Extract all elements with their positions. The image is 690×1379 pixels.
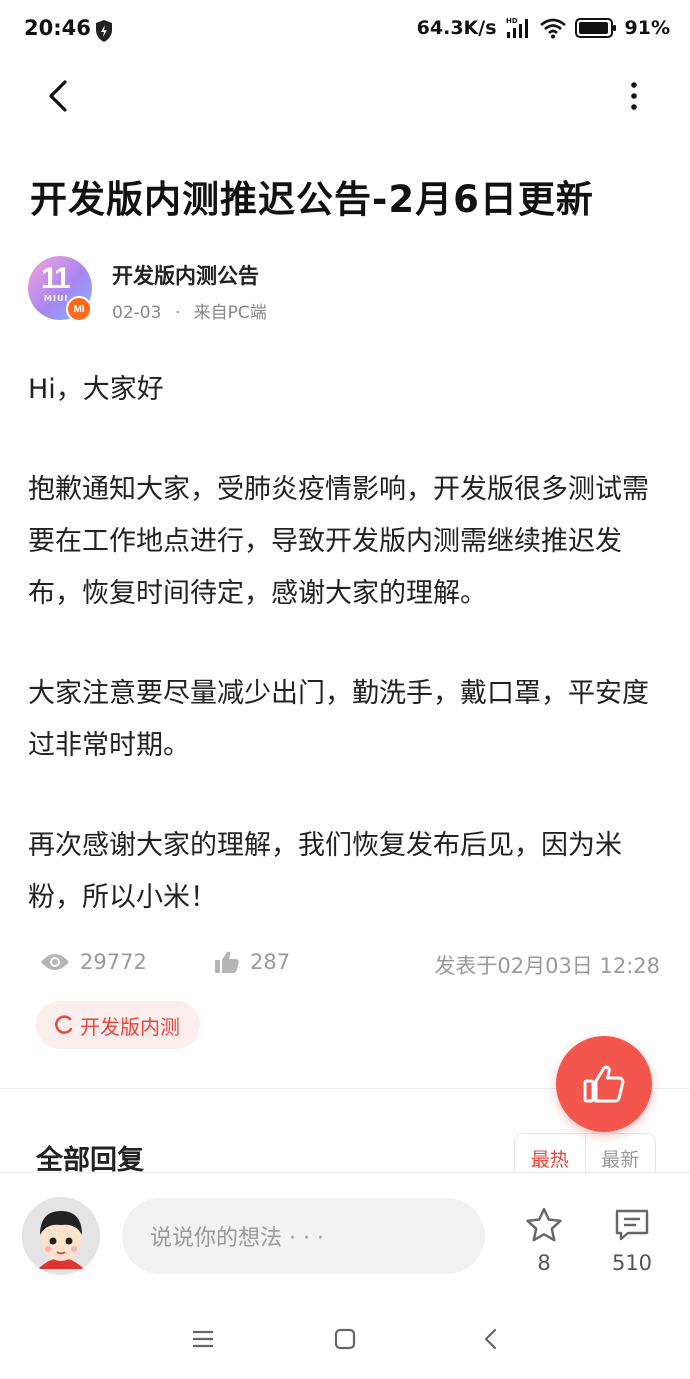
like-fab-button[interactable] — [556, 1036, 652, 1132]
post-paragraph: 再次感谢大家的理解，我们恢复发布后见，因为米粉，所以小米！ — [28, 830, 622, 913]
status-icons: 64.3K/s HD 91% — [417, 16, 670, 40]
author-block[interactable]: 11 MIUI MI 开发版内测公告 02-03 · 来自PC端 — [28, 256, 668, 324]
likes-stat: 287 — [214, 950, 290, 974]
menu-icon — [193, 1330, 213, 1348]
nav-menu-button[interactable] — [183, 1319, 223, 1359]
views-count: 29772 — [80, 950, 147, 974]
more-button[interactable] — [614, 74, 654, 118]
comment-input[interactable]: 说说你的想法 · · · — [122, 1198, 485, 1274]
thumbs-up-icon — [215, 951, 239, 973]
svg-text:HD: HD — [506, 17, 518, 25]
back-arrow-icon — [49, 80, 67, 112]
post-paragraph: Hi，大家好 — [28, 374, 164, 405]
user-avatar[interactable] — [22, 1197, 100, 1275]
header — [0, 62, 690, 132]
favorite-count: 8 — [537, 1251, 551, 1275]
post-stats: 29772 287 发表于02月03日 12:28 — [40, 946, 660, 982]
network-speed: 64.3K/s — [416, 17, 497, 39]
comments-button[interactable]: 510 — [597, 1207, 667, 1275]
nav-home-button[interactable] — [325, 1319, 365, 1359]
avatar-logo-sub: MIUI — [44, 294, 69, 303]
bottom-action-bar: 说说你的想法 · · · 8 510 — [0, 1172, 690, 1297]
home-square-icon — [334, 1328, 356, 1350]
more-vertical-icon — [631, 82, 637, 110]
battery-percent: 91% — [624, 17, 670, 39]
post-title: 开发版内测推迟公告-2月6日更新 — [30, 178, 594, 221]
author-name[interactable]: 开发版内测公告 — [112, 260, 259, 290]
nav-back-icon — [484, 1328, 497, 1350]
star-icon — [526, 1207, 562, 1242]
avatar-logo-text: 11 — [41, 262, 71, 295]
likes-count: 287 — [250, 950, 291, 974]
topic-tag-label: 开发版内测 — [80, 1014, 180, 1039]
post-paragraph: 抱歉通知大家，受肺炎疫情影响，开发版很多测试需要在工作地点进行，导致开发版内测需… — [28, 474, 649, 609]
thumbs-up-icon — [583, 1065, 625, 1103]
wifi-icon — [539, 18, 566, 39]
posted-time: 发表于02月03日 12:28 — [434, 954, 660, 978]
topic-tag[interactable]: 开发版内测 — [36, 1001, 200, 1049]
comment-icon — [615, 1209, 649, 1241]
loading-circle-icon — [55, 1015, 73, 1034]
status-time: 20:46 — [24, 16, 91, 40]
user-avatar-icon — [22, 1197, 100, 1275]
favorite-button[interactable]: 8 — [509, 1207, 579, 1275]
mi-badge-icon: MI — [66, 296, 92, 322]
author-meta: 02-03 · 来自PC端 — [112, 298, 267, 323]
post-paragraph: 大家注意要尽量减少出门，勤洗手，戴口罩，平安度过非常时期。 — [28, 678, 649, 761]
post-date: 02-03 — [112, 303, 162, 323]
battery-icon — [574, 18, 616, 38]
nav-back-button[interactable] — [470, 1319, 510, 1359]
post-source: 来自PC端 — [193, 303, 267, 323]
signal-icon: HD — [506, 17, 528, 38]
status-bar: 20:46 64.3K/s HD 91% — [0, 0, 690, 62]
back-button[interactable] — [36, 74, 80, 118]
meta-separator: · — [174, 303, 181, 323]
comment-count: 510 — [611, 1251, 653, 1275]
views-stat: 29772 — [40, 950, 147, 974]
eye-icon — [41, 954, 69, 970]
shield-icon — [96, 20, 112, 42]
post-body: Hi，大家好 抱歉通知大家，受肺炎疫情影响，开发版很多测试需要在工作地点进行，导… — [28, 364, 668, 972]
system-nav-bar — [0, 1297, 690, 1379]
